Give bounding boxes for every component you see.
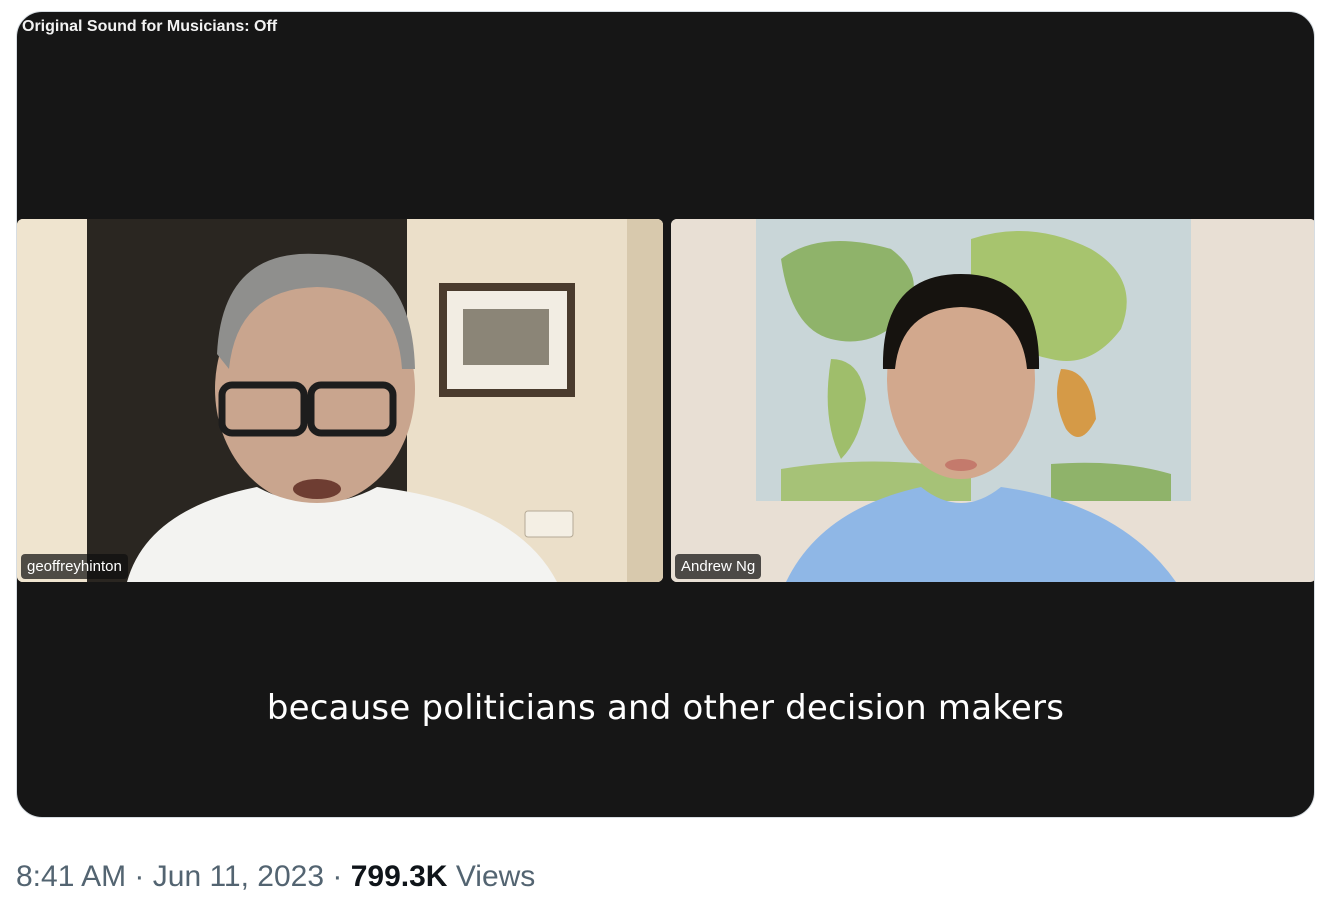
participant-video-right xyxy=(671,219,1314,582)
live-caption: because politicians and other decision m… xyxy=(266,688,1065,728)
separator-dot: · xyxy=(134,860,145,893)
video-player[interactable]: Original Sound for Musicians: Off geoffr… xyxy=(16,11,1315,818)
participant-name-tag: geoffreyhinton xyxy=(21,554,128,579)
original-sound-status: Original Sound for Musicians: Off xyxy=(22,18,278,35)
participant-tile-right: Andrew Ng xyxy=(671,219,1314,582)
participant-tile-left: geoffreyhinton xyxy=(17,219,663,582)
participant-name-tag: Andrew Ng xyxy=(675,554,762,579)
views-label: Views xyxy=(455,860,536,893)
participant-video-left xyxy=(17,219,663,582)
post-time[interactable]: 8:41 AM xyxy=(16,860,126,893)
separator-dot: · xyxy=(332,860,343,893)
views-count: 799.3K xyxy=(350,860,448,893)
post-date[interactable]: Jun 11, 2023 xyxy=(153,860,324,893)
post-metadata: 8:41 AM · Jun 11, 2023 · 799.3K Views xyxy=(16,860,535,894)
